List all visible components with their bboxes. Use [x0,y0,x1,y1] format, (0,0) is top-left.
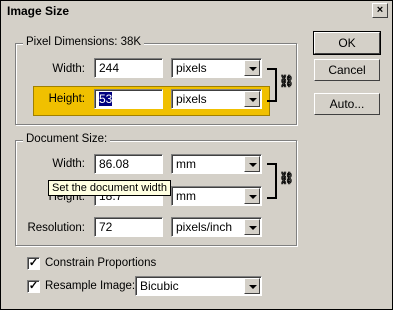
cancel-button[interactable]: Cancel [314,59,380,81]
pixel-width-label: Width: [52,63,85,75]
chevron-down-icon [244,278,260,294]
ok-button[interactable]: OK [313,31,381,55]
image-size-dialog: Image Size × Pixel Dimensions: 38K Width… [0,0,393,310]
resolution-label: Resolution: [27,222,85,234]
pixel-height-field[interactable]: 53 [94,89,163,109]
chevron-down-icon [244,91,260,107]
pixel-height-label: Height: [48,93,85,105]
resolution-field[interactable]: 72 [94,217,163,237]
doc-width-label: Width: [52,158,85,170]
pixel-width-unit-select[interactable]: pixels [171,58,262,78]
doc-link-bracket [267,163,277,199]
auto-button[interactable]: Auto... [314,93,380,115]
doc-height-unit-select[interactable]: mm [171,186,262,206]
document-size-label: Document Size: [23,133,111,145]
resample-image-checkbox[interactable]: ✓ [27,280,40,293]
pixel-height-unit-select[interactable]: pixels [171,89,262,109]
pixel-dimensions-size: 38K [120,36,142,48]
chain-link-icon: ⛓ [279,171,295,185]
chevron-down-icon [244,156,260,172]
resolution-unit-select[interactable]: pixels/inch [171,217,262,237]
title-bar: Image Size × [2,2,391,20]
resample-method-select[interactable]: Bicubic [135,276,262,296]
tooltip: Set the document width [48,180,171,196]
pixel-dimensions-label: Pixel Dimensions: 38K [23,36,145,48]
constrain-proportions-label: Constrain Proportions [45,257,157,269]
chevron-down-icon [244,188,260,204]
window-title: Image Size [7,4,70,18]
chevron-down-icon [244,60,260,76]
pixel-link-bracket [267,68,277,102]
chevron-down-icon [244,219,260,235]
close-button[interactable]: × [372,3,388,18]
pixel-width-field[interactable]: 244 [94,58,163,78]
resample-image-label: Resample Image: [45,280,136,292]
doc-width-field[interactable]: 86.08 [94,154,163,174]
chain-link-icon: ⛓ [279,74,295,88]
constrain-proportions-checkbox[interactable]: ✓ [27,257,40,270]
doc-width-unit-select[interactable]: mm [171,154,262,174]
